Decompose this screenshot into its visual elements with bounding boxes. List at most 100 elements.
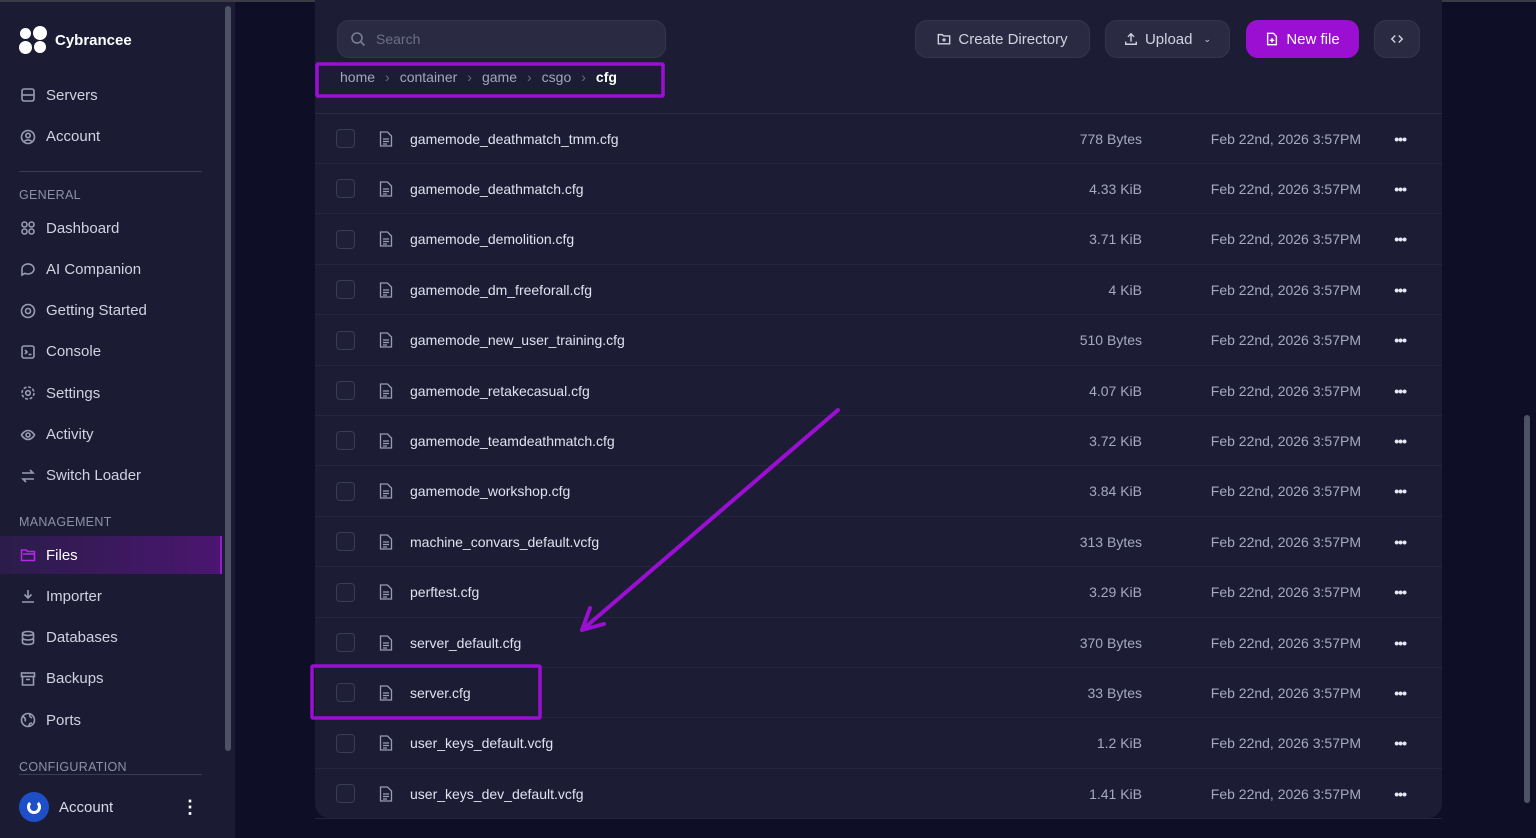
file-row[interactable]: gamemode_retakecasual.cfg4.07 KiBFeb 22n… — [315, 366, 1442, 416]
sidebar-item-servers[interactable]: Servers — [0, 76, 222, 114]
row-checkbox[interactable] — [336, 129, 355, 148]
sidebar-item-importer[interactable]: Importer — [0, 577, 222, 615]
brand[interactable]: Cybrancee — [19, 26, 132, 54]
create-directory-button[interactable]: Create Directory — [915, 20, 1090, 58]
more-options-icon[interactable]: ••• — [1394, 685, 1406, 701]
file-modified: Feb 22nd, 2026 3:57PM — [1211, 433, 1361, 449]
file-name[interactable]: gamemode_new_user_training.cfg — [410, 332, 625, 348]
file-modified: Feb 22nd, 2026 3:57PM — [1211, 282, 1361, 298]
file-name[interactable]: gamemode_deathmatch.cfg — [410, 181, 584, 197]
file-row[interactable]: perftest.cfg3.29 KiBFeb 22nd, 2026 3:57P… — [315, 568, 1442, 618]
sidebar-scrollbar[interactable] — [225, 6, 231, 751]
file-row[interactable]: server.cfg33 BytesFeb 22nd, 2026 3:57PM•… — [315, 668, 1442, 718]
file-name[interactable]: gamemode_dm_freeforall.cfg — [410, 282, 592, 298]
sidebar-item-dashboard[interactable]: Dashboard — [0, 209, 222, 247]
more-options-icon[interactable]: ••• — [1394, 282, 1406, 298]
more-options-icon[interactable]: ••• — [1394, 483, 1406, 499]
breadcrumb-home[interactable]: home — [340, 69, 375, 85]
file-name[interactable]: user_keys_dev_default.vcfg — [410, 786, 584, 802]
file-row[interactable]: gamemode_teamdeathmatch.cfg3.72 KiBFeb 2… — [315, 416, 1442, 466]
upload-button[interactable]: Upload ⌄ — [1105, 20, 1230, 58]
file-row[interactable]: server_default.cfg370 BytesFeb 22nd, 202… — [315, 618, 1442, 668]
sidebar-item-label: Servers — [46, 87, 98, 104]
new-file-button[interactable]: New file — [1246, 20, 1359, 58]
row-checkbox[interactable] — [336, 583, 355, 602]
file-name[interactable]: gamemode_demolition.cfg — [410, 231, 574, 247]
sidebar-item-databases[interactable]: Databases — [0, 619, 222, 657]
search-box[interactable] — [337, 20, 666, 58]
more-options-icon[interactable]: ••• — [1394, 786, 1406, 802]
row-checkbox[interactable] — [336, 784, 355, 803]
breadcrumb-game[interactable]: game — [482, 69, 517, 85]
more-options-icon[interactable]: ••• — [1394, 735, 1406, 751]
file-size: 778 Bytes — [1080, 131, 1142, 147]
more-options-icon[interactable]: ••• — [1394, 534, 1406, 550]
breadcrumb-cfg[interactable]: cfg — [596, 69, 617, 85]
file-name[interactable]: gamemode_deathmatch_tmm.cfg — [410, 131, 619, 147]
sidebar-item-account[interactable]: Account — [0, 118, 222, 156]
file-name[interactable]: gamemode_teamdeathmatch.cfg — [410, 433, 615, 449]
more-options-icon[interactable]: ••• — [1394, 383, 1406, 399]
file-name[interactable]: server.cfg — [410, 685, 471, 701]
sidebar-item-activity[interactable]: Activity — [0, 416, 222, 454]
sidebar-item-ai-companion[interactable]: AI Companion — [0, 250, 222, 288]
more-options-icon[interactable]: ••• — [1394, 584, 1406, 600]
more-options-icon[interactable]: ••• — [1394, 131, 1406, 147]
main-scrollbar[interactable] — [1524, 415, 1530, 803]
file-row[interactable]: gamemode_demolition.cfg 3.71 KiB Feb 22nd,… — [315, 215, 1442, 265]
file-size: 3.84 KiB — [1089, 483, 1142, 499]
file-name[interactable]: perftest.cfg — [410, 584, 479, 600]
sidebar: Cybrancee ServersAccountGENERALDashboard… — [0, 2, 235, 838]
account-menu[interactable]: Account⋮ — [19, 792, 199, 822]
row-checkbox[interactable] — [336, 734, 355, 753]
row-checkbox[interactable] — [336, 179, 355, 198]
breadcrumb-csgo[interactable]: csgo — [542, 69, 572, 85]
file-name[interactable]: user_keys_default.vcfg — [410, 735, 553, 751]
row-checkbox[interactable] — [336, 431, 355, 450]
sidebar-item-ports[interactable]: Ports — [0, 701, 222, 739]
file-row[interactable]: gamemode_new_user_training.cfg510 BytesF… — [315, 316, 1442, 366]
sidebar-item-console[interactable]: Console — [0, 333, 222, 371]
row-checkbox[interactable] — [336, 482, 355, 501]
sidebar-item-getting-started[interactable]: Getting Started — [0, 292, 222, 330]
file-row[interactable]: user_keys_dev_default.vcfg1.41 KiBFeb 22… — [315, 769, 1442, 819]
sidebar-item-label: AI Companion — [46, 261, 141, 278]
file-row[interactable]: user_keys_default.vcfg1.2 KiBFeb 22nd, 2… — [315, 719, 1442, 769]
file-modified: Feb 22nd, 2026 3:57PM — [1211, 231, 1361, 247]
row-checkbox[interactable] — [336, 280, 355, 299]
file-row[interactable]: gamemode_dm_freeforall.cfg4 KiBFeb 22nd,… — [315, 265, 1442, 315]
row-checkbox[interactable] — [336, 683, 355, 702]
file-name[interactable]: machine_convars_default.vcfg — [410, 534, 599, 550]
create-directory-label: Create Directory — [958, 31, 1067, 48]
sidebar-item-label: Switch Loader — [46, 467, 141, 484]
row-checkbox[interactable] — [336, 230, 355, 249]
sidebar-item-files[interactable]: Files — [0, 536, 222, 574]
more-vertical-icon[interactable]: ⋮ — [181, 797, 199, 818]
row-checkbox[interactable] — [336, 331, 355, 350]
file-row[interactable]: machine_convars_default.vcfg313 BytesFeb… — [315, 517, 1442, 567]
search-input[interactable] — [376, 31, 636, 47]
file-name[interactable]: gamemode_workshop.cfg — [410, 483, 570, 499]
breadcrumb-container[interactable]: container — [400, 69, 458, 85]
file-row[interactable]: gamemode_deathmatch.cfg4.33 KiBFeb 22nd,… — [315, 164, 1442, 214]
sidebar-item-settings[interactable]: Settings — [0, 374, 222, 412]
more-options-icon[interactable]: ••• — [1394, 332, 1406, 348]
more-options-icon[interactable]: ••• — [1394, 181, 1406, 197]
more-options-icon[interactable]: ••• — [1394, 433, 1406, 449]
file-row[interactable]: gamemode_deathmatch_tmm.cfg778 BytesFeb … — [315, 114, 1442, 164]
file-name[interactable]: gamemode_retakecasual.cfg — [410, 383, 590, 399]
row-checkbox[interactable] — [336, 532, 355, 551]
file-modified: Feb 22nd, 2026 3:57PM — [1211, 685, 1361, 701]
more-options-icon[interactable]: ••• — [1394, 635, 1406, 651]
row-checkbox[interactable] — [336, 381, 355, 400]
file-modified: Feb 22nd, 2026 3:57PM — [1211, 181, 1361, 197]
code-view-button[interactable] — [1374, 20, 1420, 58]
sidebar-item-switch-loader[interactable]: Switch Loader — [0, 457, 222, 495]
row-checkbox[interactable] — [336, 633, 355, 652]
sidebar-item-backups[interactable]: Backups — [0, 660, 222, 698]
more-options-icon[interactable]: ••• — [1394, 231, 1406, 247]
file-row[interactable]: gamemode_workshop.cfg3.84 KiBFeb 22nd, 2… — [315, 467, 1442, 517]
sidebar-item-label: Settings — [46, 385, 100, 402]
file-name[interactable]: server_default.cfg — [410, 635, 521, 651]
file-size: 3.71 KiB — [1089, 231, 1142, 247]
